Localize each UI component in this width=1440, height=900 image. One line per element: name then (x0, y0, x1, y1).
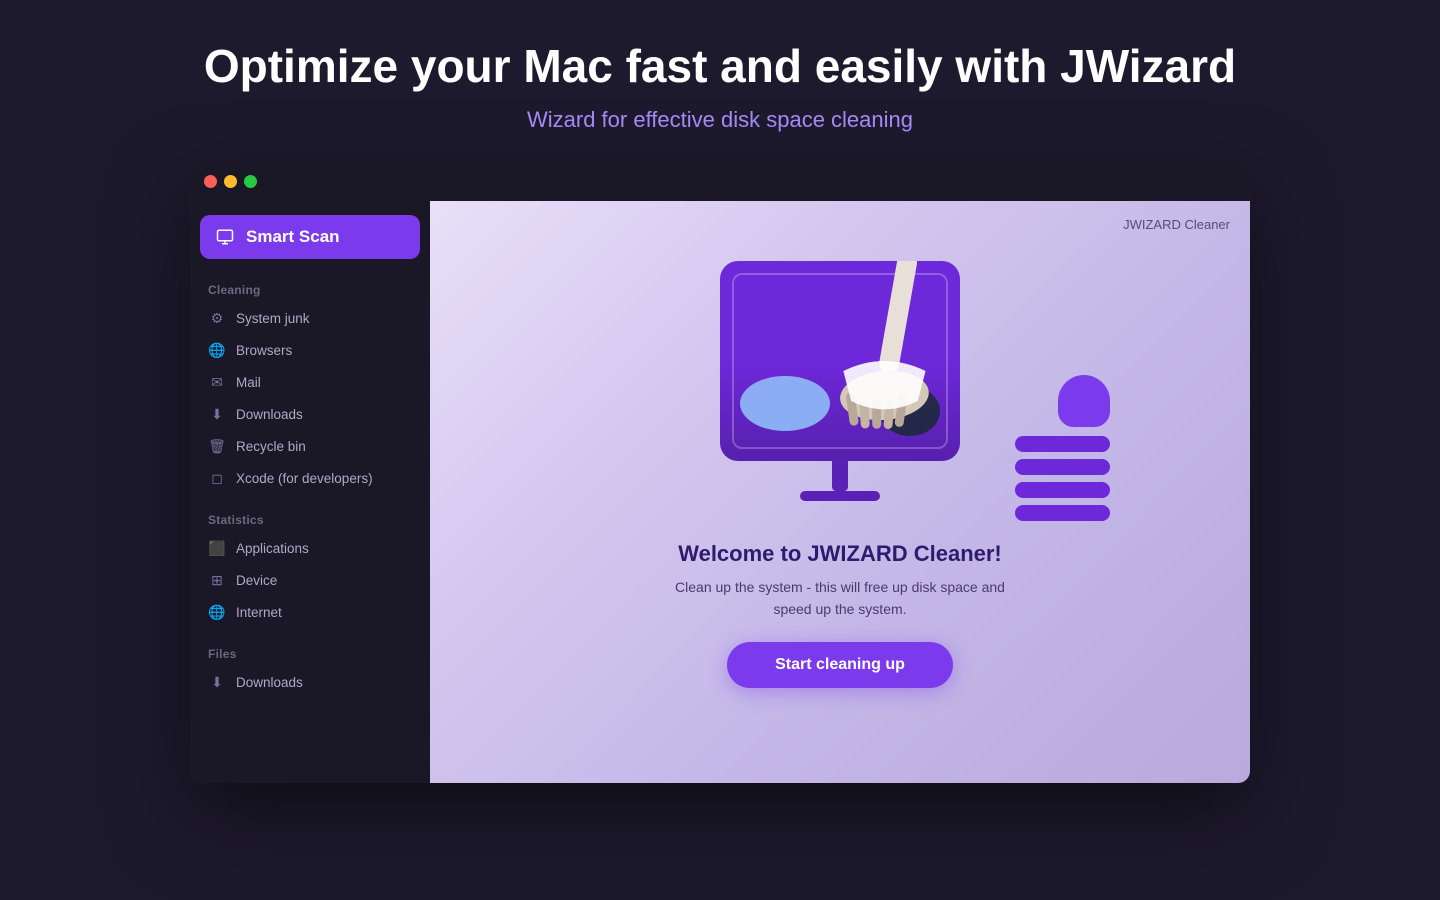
sidebar-item-label: Xcode (for developers) (236, 471, 373, 486)
sidebar-item-label: System junk (236, 311, 310, 326)
files-downloads-icon: ⬇ (208, 674, 226, 692)
smart-scan-button[interactable]: Smart Scan (200, 215, 420, 259)
thumbs-up-decoration (1015, 375, 1110, 521)
smart-scan-label: Smart Scan (246, 227, 340, 247)
mail-icon: ✉ (208, 374, 226, 392)
sidebar-item-xcode[interactable]: ◻ Xcode (for developers) (200, 463, 420, 495)
monitor-stand (832, 461, 848, 491)
browsers-icon: 🌐 (208, 342, 226, 360)
recycle-bin-icon: 🗑 (208, 438, 226, 456)
sidebar-item-browsers[interactable]: 🌐 Browsers (200, 335, 420, 367)
page-subtitle: Wizard for effective disk space cleaning (20, 107, 1420, 133)
statistics-section-label: Statistics (200, 509, 420, 533)
window-buttons (204, 175, 257, 188)
cleaning-section: Cleaning ⚙ System junk 🌐 Browsers ✉ Mail… (200, 279, 420, 495)
app-body: Smart Scan Cleaning ⚙ System junk 🌐 Brow… (190, 201, 1250, 783)
downloads-icon: ⬇ (208, 406, 226, 424)
app-window: Smart Scan Cleaning ⚙ System junk 🌐 Brow… (190, 163, 1250, 783)
sidebar-item-label: Mail (236, 375, 261, 390)
thumb-bar-2 (1015, 459, 1110, 475)
thumb-top (1058, 375, 1110, 427)
smart-scan-icon (216, 228, 234, 246)
applications-icon: ⬛ (208, 540, 226, 558)
statistics-section: Statistics ⬛ Applications ⊞ Device 🌐 Int… (200, 509, 420, 629)
title-bar (190, 163, 1250, 201)
sidebar-item-system-junk[interactable]: ⚙ System junk (200, 303, 420, 335)
monitor-base (800, 491, 880, 501)
internet-icon: 🌐 (208, 604, 226, 622)
sidebar-item-label: Recycle bin (236, 439, 306, 454)
cleaning-section-label: Cleaning (200, 279, 420, 303)
files-section-label: Files (200, 643, 420, 667)
sidebar-item-label: Device (236, 573, 277, 588)
main-content: JWIZARD Cleaner (430, 201, 1250, 783)
maximize-button[interactable] (244, 175, 257, 188)
sidebar-item-downloads[interactable]: ⬇ Downloads (200, 399, 420, 431)
broom-illustration (810, 261, 960, 451)
sidebar-item-label: Applications (236, 541, 309, 556)
start-cleaning-button[interactable]: Start cleaning up (727, 642, 953, 688)
device-icon: ⊞ (208, 572, 226, 590)
sidebar: Smart Scan Cleaning ⚙ System junk 🌐 Brow… (190, 201, 430, 783)
files-section: Files ⬇ Downloads (200, 643, 420, 699)
sidebar-item-label: Browsers (236, 343, 292, 358)
sidebar-item-recycle-bin[interactable]: 🗑 Recycle bin (200, 431, 420, 463)
minimize-button[interactable] (224, 175, 237, 188)
close-button[interactable] (204, 175, 217, 188)
illustration-area (690, 241, 990, 521)
app-brand: JWIZARD Cleaner (1123, 217, 1230, 232)
welcome-description: Clean up the system - this will free up … (675, 577, 1005, 620)
sidebar-item-label: Downloads (236, 407, 303, 422)
page-header: Optimize your Mac fast and easily with J… (0, 0, 1440, 163)
sidebar-item-label: Downloads (236, 675, 303, 690)
thumb-bar-4 (1015, 505, 1110, 521)
monitor-screen (720, 261, 960, 461)
welcome-title: Welcome to JWIZARD Cleaner! (675, 541, 1005, 567)
monitor (720, 261, 960, 501)
thumb-bar-1 (1015, 436, 1110, 452)
sidebar-item-mail[interactable]: ✉ Mail (200, 367, 420, 399)
sidebar-item-device[interactable]: ⊞ Device (200, 565, 420, 597)
sidebar-item-applications[interactable]: ⬛ Applications (200, 533, 420, 565)
page-title: Optimize your Mac fast and easily with J… (20, 40, 1420, 93)
welcome-section: Welcome to JWIZARD Cleaner! Clean up the… (635, 521, 1045, 688)
sidebar-item-files-downloads[interactable]: ⬇ Downloads (200, 667, 420, 699)
xcode-icon: ◻ (208, 470, 226, 488)
sidebar-item-label: Internet (236, 605, 282, 620)
sidebar-item-internet[interactable]: 🌐 Internet (200, 597, 420, 629)
system-junk-icon: ⚙ (208, 310, 226, 328)
thumb-bar-3 (1015, 482, 1110, 498)
